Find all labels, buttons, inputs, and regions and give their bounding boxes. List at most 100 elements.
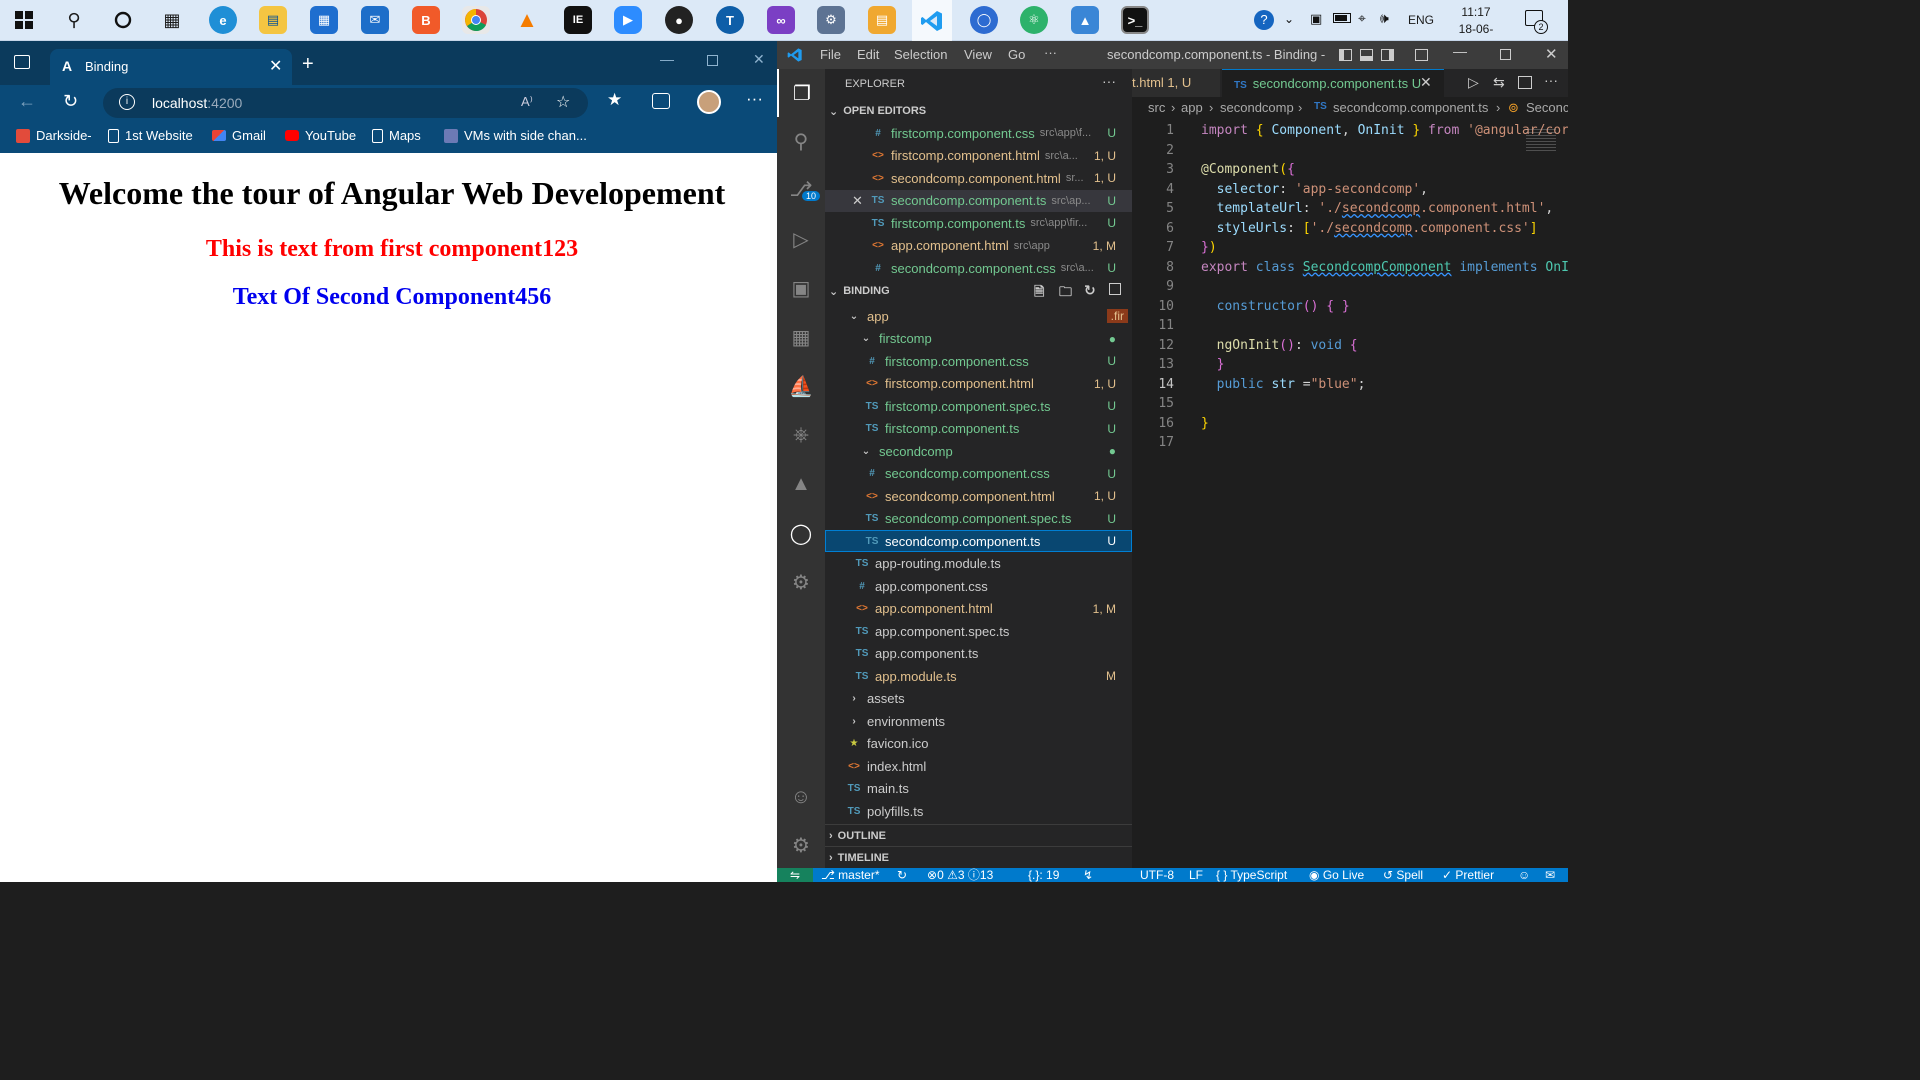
breadcrumb-secondcomp[interactable]: secondcomp	[1220, 100, 1294, 115]
run-icon[interactable]: ▷	[1468, 74, 1479, 91]
new-tab-icon[interactable]: +	[302, 53, 314, 76]
maximize-icon[interactable]	[707, 55, 718, 66]
file-item[interactable]: TS app.component.ts	[825, 643, 1132, 665]
menu-more[interactable]: ···	[1044, 45, 1057, 60]
file-item[interactable]: TS firstcomp.component.ts U	[825, 418, 1132, 440]
eol-indicator[interactable]: LF	[1189, 868, 1203, 882]
refresh-explorer-icon[interactable]: ↻	[1084, 282, 1096, 299]
brave-icon[interactable]: B	[412, 6, 440, 34]
new-folder-icon[interactable]: 🗀	[1059, 283, 1072, 305]
edge-icon[interactable]: e	[209, 6, 237, 34]
toggle-secondary-sidebar-icon[interactable]	[1381, 49, 1394, 61]
chrome-icon[interactable]	[462, 6, 490, 34]
favorites-icon[interactable]: ★	[607, 90, 622, 110]
back-icon[interactable]: ←	[18, 91, 36, 112]
collapse-all-icon[interactable]	[1109, 283, 1121, 295]
collections-icon[interactable]	[652, 93, 670, 109]
address-bar[interactable]: i localhost:4200 A⁾ ☆	[103, 88, 588, 118]
editor-more-icon[interactable]: ···	[1544, 72, 1558, 88]
compare-changes-icon[interactable]: ⇆	[1493, 74, 1505, 91]
file-item[interactable]: TS app.component.spec.ts	[825, 620, 1132, 642]
edge-devtools-icon[interactable]: ◯	[777, 509, 825, 557]
more-menu-icon[interactable]: ···	[746, 89, 763, 109]
close-tab-icon[interactable]: ✕	[269, 56, 282, 76]
folder-item[interactable]: › environments	[825, 710, 1132, 732]
windows-start-icon[interactable]	[10, 6, 38, 34]
toggle-panel-icon[interactable]	[1360, 49, 1373, 61]
battery-icon[interactable]	[1333, 13, 1351, 23]
file-item[interactable]: TS secondcomp.component.ts U	[825, 530, 1132, 552]
bookmark-youtube[interactable]: YouTube	[285, 128, 356, 143]
breadcrumb-app[interactable]: app	[1181, 100, 1203, 115]
docker-icon[interactable]: ⛵	[777, 362, 825, 410]
open-editors-header[interactable]: ⌄ OPEN EDITORS	[825, 100, 1132, 122]
run-debug-icon[interactable]: ▷	[777, 215, 825, 263]
file-item[interactable]: <> secondcomp.component.html 1, U	[825, 485, 1132, 507]
bookmark-vms[interactable]: VMs with side chan...	[444, 128, 587, 143]
minimize-icon[interactable]: —	[660, 51, 674, 67]
file-item[interactable]: <> index.html	[825, 755, 1132, 777]
file-item[interactable]: TS app.module.ts M	[825, 665, 1132, 687]
vpn-icon[interactable]: ◯	[970, 6, 998, 34]
read-aloud-icon[interactable]: A⁾	[521, 94, 533, 110]
toggle-sidebar-icon[interactable]	[1339, 49, 1352, 61]
volume-icon[interactable]: 🕪	[1380, 10, 1389, 27]
intellij-icon[interactable]: IE	[564, 6, 592, 34]
file-item[interactable]: ★ favicon.ico	[825, 733, 1132, 755]
profile-avatar[interactable]	[697, 90, 721, 114]
settings-app-icon[interactable]: ⚙	[817, 6, 845, 34]
folder-item[interactable]: ⌄ firstcomp ●	[825, 328, 1132, 350]
site-info-icon[interactable]: i	[119, 94, 135, 110]
terminal-icon[interactable]: >_	[1121, 6, 1149, 34]
visual-studio-icon[interactable]: ∞	[767, 6, 795, 34]
close-window-icon[interactable]: ✕	[753, 51, 765, 68]
bookmark-maps[interactable]: Maps	[372, 128, 421, 143]
minimize-icon[interactable]: —	[1453, 43, 1467, 59]
source-control-icon[interactable]: ⎇ 10	[777, 165, 825, 213]
testing-icon[interactable]: ⚙	[777, 558, 825, 606]
remote-explorer-icon[interactable]: ▣	[777, 264, 825, 312]
folder-item[interactable]: ⌄ secondcomp ●	[825, 440, 1132, 462]
remote-indicator-icon[interactable]: ⇋	[777, 868, 813, 882]
close-tab-icon[interactable]: ✕	[1420, 74, 1432, 91]
mail-icon[interactable]: ✉	[361, 6, 389, 34]
editor-tab-html[interactable]: t.html 1, U	[1132, 69, 1220, 97]
breadcrumb-src[interactable]: src	[1148, 100, 1165, 115]
file-item[interactable]: <> secondcomp.component.html sr... 1, U	[825, 167, 1132, 189]
breadcrumb-symbol[interactable]: Seconc	[1526, 100, 1568, 115]
file-item[interactable]: # firstcomp.component.css U	[825, 350, 1132, 372]
extensions-icon[interactable]: ▦	[777, 313, 825, 361]
close-editor-icon[interactable]: ✕	[852, 193, 863, 209]
file-item[interactable]: # firstcomp.component.css src\app\f... U	[825, 122, 1132, 144]
file-item[interactable]: TS polyfills.ts	[825, 800, 1132, 822]
chevron-up-icon[interactable]: ⌄	[1284, 12, 1294, 26]
language-mode[interactable]: { } TypeScript	[1216, 868, 1287, 882]
atom-icon[interactable]: ⚛	[1020, 6, 1048, 34]
timeline-header[interactable]: › TIMELINE	[825, 846, 1132, 868]
vlc-icon[interactable]: ▲	[513, 6, 541, 34]
file-item[interactable]: TS main.ts	[825, 778, 1132, 800]
accounts-icon[interactable]: ☺	[777, 773, 825, 821]
outline-header[interactable]: › OUTLINE	[825, 824, 1132, 846]
encoding-indicator[interactable]: UTF-8	[1140, 868, 1174, 882]
notifications-icon[interactable]: ✉	[1545, 868, 1555, 882]
t-app-icon[interactable]: T	[716, 6, 744, 34]
tab-actions-icon[interactable]	[14, 55, 30, 69]
file-item[interactable]: ✕ TS secondcomp.component.ts src\ap... U	[825, 189, 1132, 212]
help-icon[interactable]: ?	[1254, 10, 1274, 30]
file-item[interactable]: TS firstcomp.component.spec.ts U	[825, 395, 1132, 417]
notification-bell-icon[interactable]: ↯	[1083, 868, 1093, 882]
search-icon[interactable]: ⚲	[777, 117, 825, 165]
explorer-more-icon[interactable]: ···	[1102, 73, 1116, 89]
breadcrumb-file[interactable]: secondcomp.component.ts	[1333, 100, 1488, 115]
folder-item[interactable]: ⌄ app .fir	[825, 305, 1132, 327]
file-item[interactable]: <> firstcomp.component.html src\a... 1, U	[825, 145, 1132, 167]
file-item[interactable]: TS app-routing.module.ts	[825, 553, 1132, 575]
sync-icon[interactable]: ↻	[897, 868, 907, 882]
branch-indicator[interactable]: ⎇ master*	[821, 868, 880, 882]
split-editor-icon[interactable]	[1518, 76, 1532, 89]
folder-item[interactable]: › assets	[825, 688, 1132, 710]
maximize-icon[interactable]	[1500, 49, 1511, 60]
refresh-icon[interactable]: ↻	[63, 91, 78, 112]
menu-view[interactable]: View	[964, 47, 992, 62]
